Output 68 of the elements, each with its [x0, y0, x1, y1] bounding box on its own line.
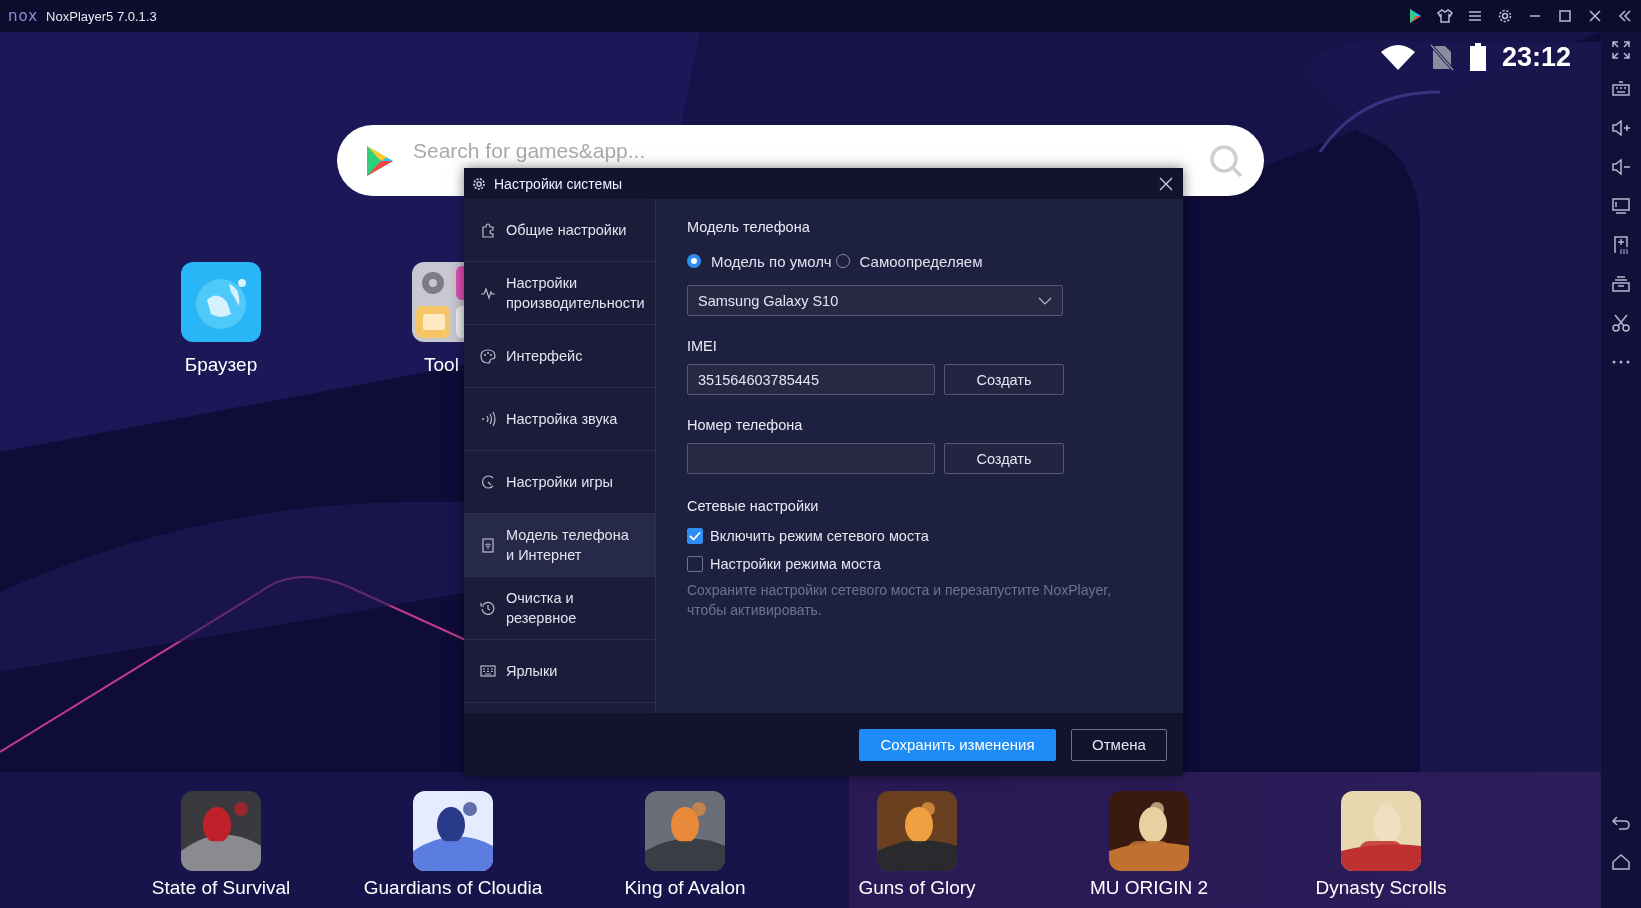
- field-label: Номер телефона: [687, 417, 803, 433]
- phone-icon: [480, 537, 496, 553]
- app-label: Браузер: [184, 354, 258, 376]
- maximize-icon[interactable]: [1557, 8, 1573, 24]
- home-icon[interactable]: [1611, 852, 1631, 872]
- logo: nox: [8, 7, 39, 25]
- puzzle-icon: [480, 222, 496, 238]
- search-field[interactable]: Search for games&app...: [413, 137, 1208, 165]
- volume-down-icon[interactable]: [1611, 157, 1631, 177]
- close-icon[interactable]: [1587, 8, 1603, 24]
- history-icon: [480, 600, 496, 616]
- wifi-icon: [1379, 43, 1416, 71]
- keyboard-icon[interactable]: [1611, 79, 1631, 99]
- play-store-icon[interactable]: [1407, 8, 1423, 24]
- section-title: Модель телефона: [687, 219, 810, 235]
- fullscreen-icon[interactable]: [1611, 40, 1631, 60]
- hint-text: Сохраните настройки сетевого моста и перезапустите NoxPlayer, чтобы активировать.: [687, 581, 1113, 620]
- radio-button[interactable]: Модель по умолч: [687, 252, 832, 270]
- scissors-icon[interactable]: [1611, 313, 1631, 333]
- sidebar-item[interactable]: Настройки производительности: [464, 262, 655, 325]
- palette-icon: [480, 348, 496, 364]
- field-label: IMEI: [687, 338, 717, 354]
- stack-icon[interactable]: [1611, 274, 1631, 294]
- sidebar-item[interactable]: Настройка звука: [464, 388, 655, 451]
- app-label: Guardians of Cloudia: [363, 877, 543, 899]
- sidebar-item[interactable]: Ярлыки: [464, 640, 655, 703]
- checkbox-label: Включить режим сетевого моста: [710, 528, 929, 544]
- no-sim-icon: [1429, 43, 1454, 71]
- app-label: Tool: [424, 354, 459, 376]
- app-label: Dynasty Scrolls: [1315, 877, 1447, 899]
- screen-icon[interactable]: [1611, 196, 1631, 216]
- clock: 23:12: [1501, 41, 1571, 73]
- keyboard-icon: [480, 663, 496, 679]
- imei-field[interactable]: 351564603785445: [687, 364, 935, 395]
- dialog-title: Настройки системы: [494, 175, 623, 192]
- sidebar-item[interactable]: Модель телефона и Интернет: [464, 514, 655, 577]
- app-label: MU ORIGIN 2: [1089, 877, 1209, 899]
- sidebar-item[interactable]: Интерфейс: [464, 325, 655, 388]
- caret-icon: [1038, 296, 1052, 305]
- cancel-button[interactable]: Отмена: [1071, 728, 1167, 761]
- model-dropdown[interactable]: Samsung Galaxy S10: [687, 285, 1063, 316]
- sidebar-item[interactable]: Очистка и резервное: [464, 577, 655, 640]
- gauge-icon: [480, 474, 496, 490]
- menu-icon[interactable]: [1467, 8, 1483, 24]
- create-button[interactable]: Создать: [944, 364, 1064, 395]
- sound-icon: [480, 411, 496, 427]
- volume-up-icon[interactable]: [1611, 118, 1631, 138]
- app-label: King of Avalon: [624, 877, 746, 899]
- pulse-icon: [480, 285, 496, 301]
- settings-icon: [472, 176, 486, 191]
- checkbox[interactable]: [687, 556, 703, 572]
- radio-button[interactable]: Самоопределяем: [835, 252, 983, 270]
- checkbox-label: Настройки режима моста: [710, 556, 881, 572]
- sidebar-item[interactable]: Общие настройки: [464, 199, 655, 262]
- collapse-icon[interactable]: [1617, 8, 1633, 24]
- app-label: State of Survival: [151, 877, 291, 899]
- section-title: Сетевые настройки: [687, 498, 819, 514]
- globe-icon[interactable]: [181, 262, 261, 342]
- phone-number-field[interactable]: [687, 443, 935, 474]
- back-icon[interactable]: [1611, 813, 1631, 833]
- window-title: NoxPlayer5 7.0.1.3: [46, 8, 157, 24]
- apk-icon[interactable]: [1611, 235, 1631, 255]
- shirt-icon[interactable]: [1437, 8, 1453, 24]
- play-store-icon: [365, 144, 395, 177]
- settings-icon[interactable]: [1497, 8, 1513, 24]
- app-label: Guns of Glory: [858, 877, 976, 899]
- checkbox[interactable]: [687, 528, 703, 544]
- create-button[interactable]: Создать: [944, 443, 1064, 474]
